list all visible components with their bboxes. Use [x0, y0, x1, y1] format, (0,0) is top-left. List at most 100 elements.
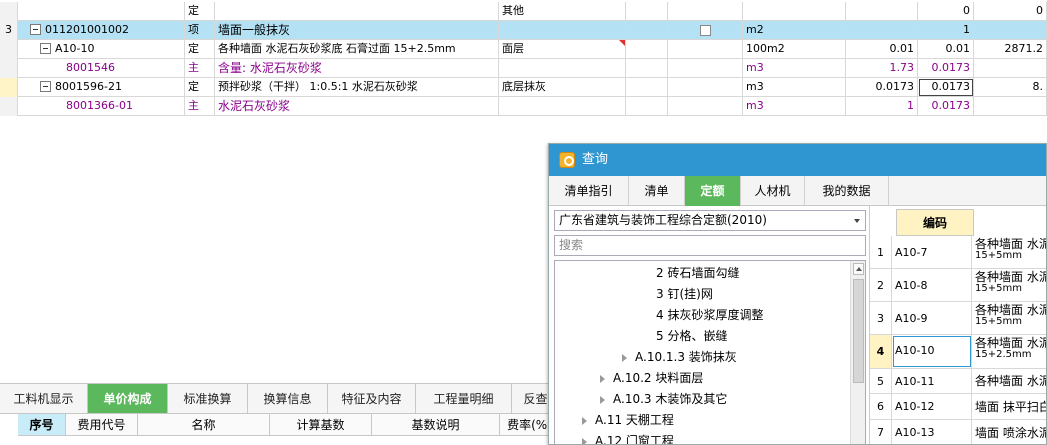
chevron-right-icon[interactable] — [582, 437, 587, 444]
quantity-cell[interactable]: 0.0173 — [918, 78, 974, 97]
code-cell[interactable]: 8001546 — [18, 59, 185, 78]
code-cell[interactable] — [18, 2, 185, 21]
tab-labor-material-machine[interactable]: 人材机 — [741, 176, 805, 206]
chevron-right-icon[interactable] — [582, 416, 587, 425]
col-header-code[interactable]: 编码 — [896, 209, 974, 236]
tab-features-content[interactable]: 特征及内容 — [328, 384, 416, 414]
tab-labor-material-display[interactable]: 工料机显示 — [0, 384, 88, 414]
tab-quantity-details[interactable]: 工程量明细 — [416, 384, 512, 414]
quantity-cell[interactable]: 0 — [918, 2, 974, 21]
feature-cell[interactable]: 其他 — [499, 2, 626, 21]
desc-cell[interactable]: 各种墙面 水泥 15+2.5mm — [972, 335, 1046, 368]
tree-item[interactable]: 5 分格、嵌缝 — [656, 326, 727, 347]
quantity-expr-cell[interactable] — [846, 2, 918, 21]
feature-cell[interactable] — [499, 21, 626, 40]
desc-cell[interactable]: 墙面 抹平扫白 — [972, 394, 1046, 419]
price-cell[interactable]: 2871.2 — [974, 40, 1047, 59]
tab-bill-guide[interactable]: 清单指引 — [549, 176, 629, 206]
table-row[interactable]: A10-10 定 各种墙面 水泥石灰砂浆底 石膏过面 15+2.5mm 面层 1… — [0, 40, 1047, 59]
table-row[interactable]: 6 A10-12 墙面 抹平扫白 — [870, 394, 1046, 420]
scroll-thumb[interactable] — [853, 279, 864, 383]
name-cell[interactable]: 预拌砂浆（干拌） 1:0.5:1 水泥石灰砂浆 — [215, 78, 499, 97]
desc-cell[interactable]: 各种墙面 水泥 15+5mm — [972, 302, 1046, 334]
name-cell[interactable] — [215, 2, 499, 21]
code-cell[interactable]: A10-13 — [892, 420, 972, 444]
quantity-expr-cell[interactable]: 1 — [846, 97, 918, 116]
code-cell[interactable]: A10-11 — [892, 369, 972, 393]
quota-library-dropdown[interactable]: 广东省建筑与装饰工程综合定额(2010) — [554, 210, 866, 231]
table-row[interactable]: 1 A10-7 各种墙面 水泥 15+5mm — [870, 236, 1046, 269]
unit-cell[interactable]: m3 — [743, 78, 846, 97]
tree-scrollbar[interactable] — [850, 261, 865, 444]
price-cell[interactable] — [974, 97, 1047, 116]
collapse-icon[interactable] — [40, 80, 51, 92]
quantity-expr-cell[interactable]: 0.01 — [846, 40, 918, 59]
feature-cell[interactable] — [499, 59, 626, 78]
table-row[interactable]: 定 其他 0 0 — [0, 2, 1047, 21]
code-cell[interactable]: A10-7 — [892, 236, 972, 268]
tree-item[interactable]: A.10.1.3 装饰抹灰 — [622, 347, 737, 368]
table-row[interactable]: 2 A10-8 各种墙面 水泥 15+5mm — [870, 269, 1046, 302]
quantity-expr-cell[interactable]: 1.73 — [846, 59, 918, 78]
flag-cell[interactable] — [668, 21, 743, 40]
name-cell[interactable]: 含量: 水泥石灰砂浆 — [215, 59, 499, 78]
quantity-cell[interactable]: 0.01 — [918, 40, 974, 59]
tree-item[interactable]: 2 砖石墙面勾缝 — [656, 263, 739, 284]
tab-unit-price-composition[interactable]: 单价构成 — [88, 384, 168, 414]
code-cell[interactable]: A10-12 — [892, 394, 972, 419]
code-cell[interactable]: A10-8 — [892, 269, 972, 301]
price-cell[interactable] — [974, 59, 1047, 78]
quantity-expr-cell[interactable] — [846, 21, 918, 40]
col-header-calc-base[interactable]: 计算基数 — [270, 414, 372, 436]
tree-item[interactable]: A.12 门窗工程 — [582, 431, 674, 444]
table-row[interactable]: 4 A10-10 各种墙面 水泥 15+2.5mm — [870, 335, 1046, 369]
table-row[interactable]: 5 A10-11 各种墙面 水泥 — [870, 369, 1046, 394]
chevron-right-icon[interactable] — [600, 395, 605, 404]
desc-cell[interactable]: 各种墙面 水泥 15+5mm — [972, 269, 1046, 301]
quantity-cell[interactable]: 0.0173 — [918, 59, 974, 78]
desc-cell[interactable]: 各种墙面 水泥 15+5mm — [972, 236, 1046, 268]
tab-conversion-info[interactable]: 换算信息 — [248, 384, 328, 414]
table-row[interactable]: 3 011201001002 项 墙面一般抹灰 m2 1 — [0, 21, 1047, 40]
desc-cell[interactable]: 墙面 喷涂水泥 — [972, 420, 1046, 444]
col-header-seq[interactable]: 序号 — [18, 414, 66, 436]
tree-item[interactable]: A.10.3 木装饰及其它 — [600, 389, 727, 410]
desc-cell[interactable]: 各种墙面 水泥 — [972, 369, 1046, 393]
code-cell[interactable]: 011201001002 — [18, 21, 185, 40]
code-cell[interactable]: A10-9 — [892, 302, 972, 334]
tab-quota[interactable]: 定额 — [685, 176, 741, 206]
code-cell[interactable]: A10-10 — [18, 40, 185, 59]
price-cell[interactable]: 0 — [974, 2, 1047, 21]
unit-cell[interactable]: m3 — [743, 59, 846, 78]
price-cell[interactable] — [974, 21, 1047, 40]
col-header-name[interactable]: 名称 — [138, 414, 270, 436]
search-input[interactable]: 搜索 — [554, 235, 866, 256]
quantity-cell[interactable]: 1 — [918, 21, 974, 40]
code-cell[interactable]: 8001596-21 — [18, 78, 185, 97]
feature-cell[interactable] — [499, 97, 626, 116]
unit-cell[interactable]: 100m2 — [743, 40, 846, 59]
chevron-right-icon[interactable] — [622, 353, 627, 362]
tree-item[interactable]: 3 钉(挂)网 — [656, 284, 713, 305]
tree-item[interactable]: A.10.2 块料面层 — [600, 368, 703, 389]
collapse-icon[interactable] — [30, 23, 41, 35]
feature-cell[interactable]: 面层 — [499, 40, 626, 59]
query-title-bar[interactable]: 查询 — [549, 144, 1046, 176]
checkbox[interactable] — [699, 24, 711, 36]
table-row[interactable]: 7 A10-13 墙面 喷涂水泥 — [870, 420, 1046, 444]
feature-cell[interactable]: 底层抹灰 — [499, 78, 626, 97]
tab-my-data[interactable]: 我的数据 — [805, 176, 889, 206]
name-cell[interactable]: 墙面一般抹灰 — [215, 21, 499, 40]
col-header-fee-code[interactable]: 费用代号 — [66, 414, 138, 436]
col-header-base-desc[interactable]: 基数说明 — [372, 414, 500, 436]
collapse-icon[interactable] — [40, 42, 51, 54]
unit-cell[interactable]: m3 — [743, 97, 846, 116]
table-row[interactable]: 3 A10-9 各种墙面 水泥 15+5mm — [870, 302, 1046, 335]
quantity-cell[interactable]: 0.0173 — [918, 97, 974, 116]
table-row[interactable]: 8001366-01 主 水泥石灰砂浆 m3 1 0.0173 — [0, 97, 1047, 116]
table-row[interactable]: 8001546 主 含量: 水泥石灰砂浆 m3 1.73 0.0173 — [0, 59, 1047, 78]
tab-standard-conversion[interactable]: 标准换算 — [168, 384, 248, 414]
tab-bill[interactable]: 清单 — [629, 176, 685, 206]
price-cell[interactable]: 8. — [974, 78, 1047, 97]
unit-cell[interactable]: m2 — [743, 21, 846, 40]
